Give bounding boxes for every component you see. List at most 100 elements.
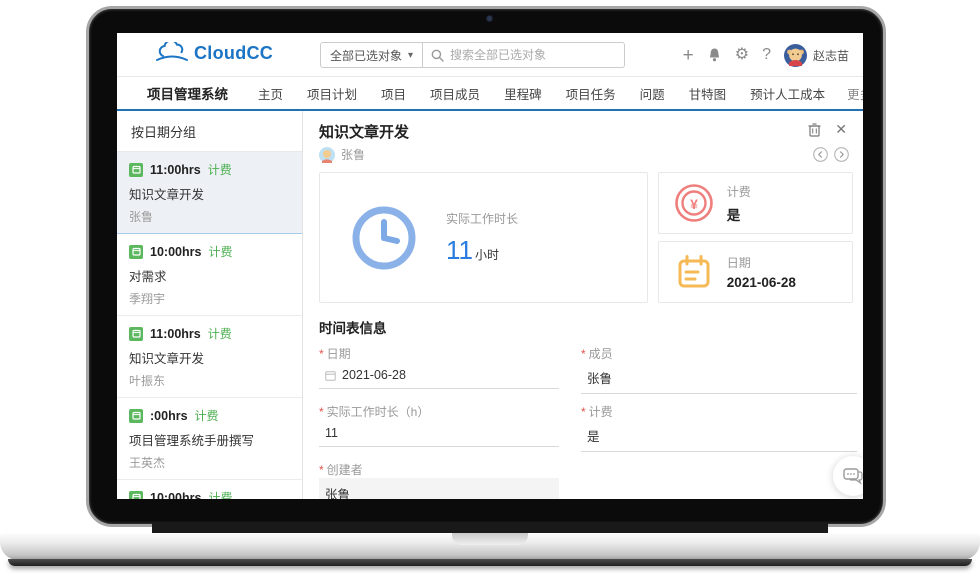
field-date-text: 2021-06-28 bbox=[342, 368, 406, 382]
laptop-base-notch bbox=[452, 533, 528, 545]
duration-unit: 小时 bbox=[475, 248, 499, 262]
date-label: 日期 bbox=[727, 254, 796, 271]
tab-project-plan[interactable]: 项目计划 bbox=[295, 84, 369, 103]
timesheet-entry-icon bbox=[129, 409, 143, 423]
notifications-bell-icon[interactable] bbox=[707, 47, 722, 63]
close-icon[interactable]: ✕ bbox=[835, 121, 847, 138]
owner-name: 张鲁 bbox=[341, 146, 365, 163]
chevron-down-icon: ▾ bbox=[408, 50, 413, 61]
entry-task-name: 知识文章开发 bbox=[129, 348, 290, 367]
entry-task-name: 对需求 bbox=[129, 266, 290, 285]
field-billing: *计费 是 bbox=[581, 403, 857, 452]
field-creator-text: 张鲁 bbox=[325, 484, 350, 499]
tab-project-tasks[interactable]: 项目任务 bbox=[554, 84, 628, 103]
timesheet-entry-icon bbox=[129, 327, 143, 341]
content-body: 按日期分组 11:00hrs 计费 知识文章开发 张鲁 bbox=[117, 111, 863, 499]
cloud-logo-icon bbox=[155, 42, 189, 64]
search-scope-value: 全部已选对象 bbox=[330, 47, 402, 64]
settings-gear-icon[interactable]: ⚙ bbox=[735, 47, 749, 63]
duration-label: 实际工作时长 bbox=[446, 210, 518, 227]
timesheet-list-item[interactable]: 10:00hrs 计费 对需求 季翔宇 bbox=[117, 234, 302, 316]
timesheet-entry-icon bbox=[129, 245, 143, 259]
cloudcc-logo: CloudCC bbox=[155, 42, 273, 64]
tab-home[interactable]: 主页 bbox=[246, 84, 295, 103]
field-actual-hours-value[interactable]: 11 bbox=[319, 420, 559, 447]
entry-task-name: 知识文章开发 bbox=[129, 184, 290, 203]
help-icon[interactable]: ? bbox=[762, 47, 771, 63]
calendar-icon bbox=[674, 252, 714, 292]
entry-hours: :00hrs bbox=[150, 409, 188, 423]
global-search-group: 全部已选对象 ▾ bbox=[320, 42, 625, 68]
timesheet-form: *日期 2021-06-28 *成员 张鲁 bbox=[319, 345, 853, 499]
sidebar-group-header[interactable]: 按日期分组 bbox=[117, 111, 302, 152]
field-actual-hours: *实际工作时长（h） 11 bbox=[319, 403, 559, 452]
delete-trash-icon[interactable] bbox=[808, 122, 821, 137]
entry-hours: 10:00hrs bbox=[150, 245, 201, 259]
logo-text: CloudCC bbox=[194, 43, 273, 64]
svg-text:¥: ¥ bbox=[690, 196, 698, 212]
yen-currency-icon: ¥ bbox=[674, 183, 714, 223]
entry-billing-flag: 计费 bbox=[195, 407, 219, 424]
entry-billing-flag: 计费 bbox=[208, 243, 232, 260]
duration-summary-card: 实际工作时长 11小时 bbox=[319, 172, 648, 303]
entry-billing-flag: 计费 bbox=[208, 161, 232, 178]
next-record-icon[interactable] bbox=[834, 147, 849, 162]
timesheet-sidebar: 按日期分组 11:00hrs 计费 知识文章开发 张鲁 bbox=[117, 111, 303, 499]
tab-project-members[interactable]: 项目成员 bbox=[418, 84, 492, 103]
webcam-dot bbox=[487, 16, 492, 21]
field-billing-value[interactable]: 是 bbox=[581, 420, 857, 452]
app-window: CloudCC 全部已选对象 ▾ + bbox=[117, 33, 863, 499]
entry-person-name: 季翔宇 bbox=[129, 290, 290, 307]
timesheet-list-item[interactable]: :00hrs 计费 项目管理系统手册撰写 王英杰 bbox=[117, 398, 302, 480]
required-asterisk: * bbox=[319, 405, 324, 419]
field-creator-label: 创建者 bbox=[327, 463, 363, 477]
user-menu[interactable]: 赵志苗 bbox=[784, 44, 849, 67]
required-asterisk: * bbox=[581, 347, 586, 361]
field-date: *日期 2021-06-28 bbox=[319, 345, 559, 394]
entry-task-name: 项目管理系统手册撰写 bbox=[129, 430, 290, 449]
detail-title: 知识文章开发 bbox=[319, 121, 409, 142]
search-scope-select[interactable]: 全部已选对象 ▾ bbox=[321, 43, 423, 67]
tab-more[interactable]: 更多 ▾ bbox=[837, 84, 863, 103]
laptop-mockup: CloudCC 全部已选对象 ▾ + bbox=[0, 0, 980, 575]
field-actual-hours-label: 实际工作时长（h） bbox=[327, 405, 430, 419]
entry-billing-flag: 计费 bbox=[208, 489, 232, 499]
billing-summary-card: ¥ 计费 是 bbox=[658, 172, 853, 234]
timesheet-info-section-title: 时间表信息 bbox=[319, 317, 853, 337]
tab-estimated-labor-cost[interactable]: 预计人工成本 bbox=[738, 84, 837, 103]
top-bar: CloudCC 全部已选对象 ▾ + bbox=[117, 33, 863, 77]
laptop-base-shadow bbox=[8, 559, 972, 566]
entry-person-name: 张鲁 bbox=[129, 208, 290, 225]
chat-bubble-icon bbox=[843, 468, 863, 485]
field-actual-hours-text: 11 bbox=[325, 426, 338, 440]
search-input[interactable] bbox=[450, 48, 616, 62]
field-member: *成员 张鲁 bbox=[581, 345, 857, 394]
timesheet-list-item[interactable]: 11:00hrs 计费 知识文章开发 张鲁 bbox=[117, 152, 302, 234]
field-creator-value: 张鲁 bbox=[319, 478, 559, 499]
previous-record-icon[interactable] bbox=[813, 147, 828, 162]
required-asterisk: * bbox=[581, 405, 586, 419]
billing-value: 是 bbox=[727, 204, 751, 224]
entry-hours: 11:00hrs bbox=[150, 327, 201, 341]
tab-gantt[interactable]: 甘特图 bbox=[677, 84, 739, 103]
tab-milestones[interactable]: 里程碑 bbox=[492, 84, 554, 103]
duration-value: 11小时 bbox=[446, 235, 518, 266]
add-icon[interactable]: + bbox=[683, 46, 694, 65]
tab-project[interactable]: 项目 bbox=[369, 84, 418, 103]
tab-more-label: 更多 bbox=[847, 88, 863, 102]
field-member-text: 张鲁 bbox=[587, 368, 612, 387]
app-nav-bar: 项目管理系统 主页 项目计划 项目 项目成员 里程碑 项目任务 问题 甘特图 预… bbox=[117, 77, 863, 111]
timesheet-list-item[interactable]: 11:00hrs 计费 知识文章开发 叶振东 bbox=[117, 316, 302, 398]
search-box bbox=[423, 43, 624, 67]
timesheet-list-item[interactable]: 10:00hrs 计费 联调接口 张佳林 bbox=[117, 480, 302, 499]
field-member-value[interactable]: 张鲁 bbox=[581, 362, 857, 394]
search-icon bbox=[431, 49, 444, 62]
calendar-small-icon bbox=[325, 370, 336, 381]
field-date-value[interactable]: 2021-06-28 bbox=[319, 362, 559, 389]
user-name: 赵志苗 bbox=[813, 47, 849, 64]
entry-person-name: 叶振东 bbox=[129, 372, 290, 389]
required-asterisk: * bbox=[319, 463, 324, 477]
tab-issues[interactable]: 问题 bbox=[628, 84, 677, 103]
field-creator: *创建者 张鲁 bbox=[319, 461, 559, 499]
owner-avatar bbox=[319, 147, 335, 163]
